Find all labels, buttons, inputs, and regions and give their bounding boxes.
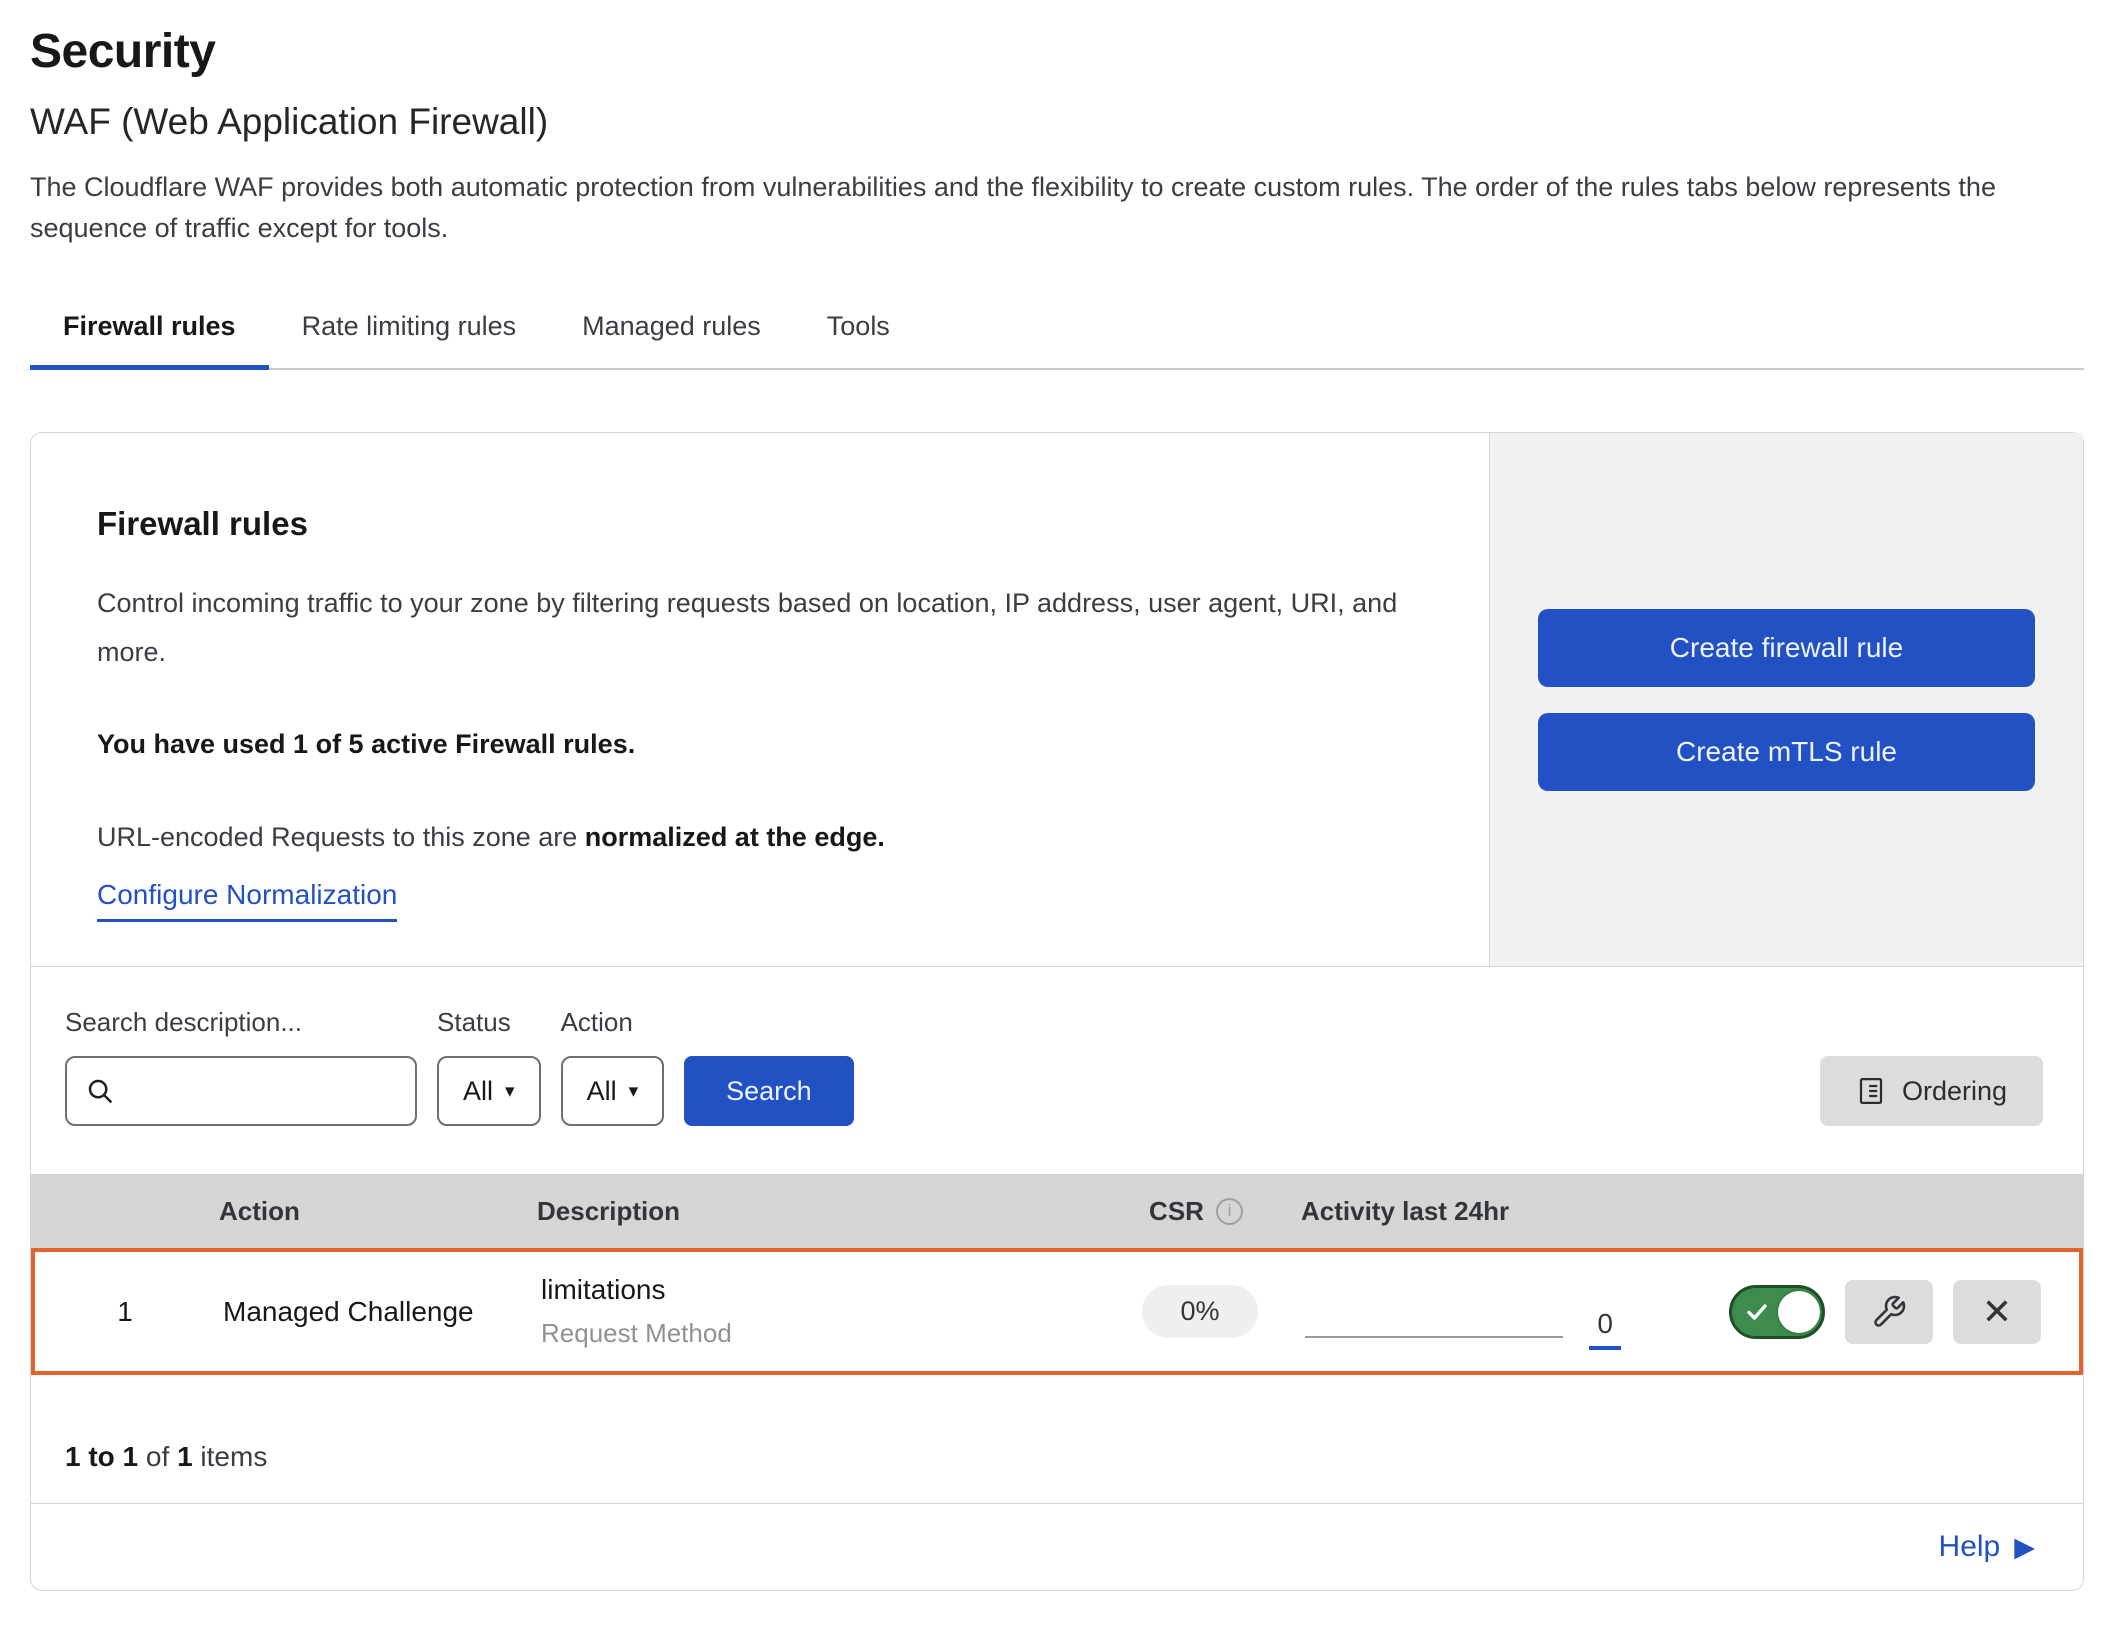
action-label: Action — [561, 1007, 665, 1038]
summary-items: items — [200, 1441, 267, 1472]
rule-description: limitations — [541, 1274, 1095, 1306]
configure-rule-button[interactable] — [1845, 1280, 1933, 1344]
ordering-list-icon — [1856, 1076, 1886, 1106]
column-header-csr: CSR i — [1149, 1196, 1243, 1227]
page-title: Security — [30, 24, 2084, 79]
check-icon — [1745, 1300, 1769, 1324]
search-icon — [85, 1076, 115, 1106]
search-description-field: Search description... — [65, 1007, 417, 1126]
rule-description-cell: limitations Request Method — [505, 1274, 1095, 1349]
activity-sparkline — [1305, 1336, 1563, 1338]
usage-text: You have used 1 of 5 active Firewall rul… — [97, 729, 1423, 760]
status-dropdown-value: All — [463, 1076, 493, 1107]
summary-range: 1 to 1 — [65, 1441, 138, 1472]
card-description: Control incoming traffic to your zone by… — [97, 579, 1423, 677]
activity-cell: 0 — [1305, 1274, 1655, 1350]
toggle-knob — [1778, 1291, 1820, 1333]
rule-controls: ✕ — [1655, 1280, 2079, 1344]
rule-action: Managed Challenge — [215, 1296, 505, 1328]
page-subtitle: WAF (Web Application Firewall) — [30, 101, 2084, 143]
normalization-text: URL-encoded Requests to this zone are no… — [97, 822, 1423, 853]
column-header-action: Action — [211, 1196, 501, 1227]
tab-managed-rules[interactable]: Managed rules — [549, 295, 794, 368]
help-footer: Help ▶ — [31, 1503, 2083, 1590]
ordering-button[interactable]: Ordering — [1820, 1056, 2043, 1126]
card-heading: Firewall rules — [97, 505, 1423, 543]
close-icon: ✕ — [1982, 1294, 2012, 1330]
table-header: Action Description CSR i Activity last 2… — [31, 1174, 2083, 1248]
normalization-text-regular: URL-encoded Requests to this zone are — [97, 822, 585, 852]
tab-firewall-rules[interactable]: Firewall rules — [30, 295, 269, 368]
column-header-description: Description — [501, 1196, 1091, 1227]
create-firewall-rule-button[interactable]: Create firewall rule — [1538, 609, 2035, 687]
help-arrow-icon: ▶ — [2014, 1532, 2035, 1563]
wrench-icon — [1871, 1294, 1907, 1330]
tab-rate-limiting-rules[interactable]: Rate limiting rules — [269, 295, 550, 368]
csr-value-badge: 0% — [1142, 1285, 1257, 1338]
chevron-down-icon: ▾ — [629, 1080, 639, 1103]
configure-normalization-link[interactable]: Configure Normalization — [97, 879, 397, 922]
status-label: Status — [437, 1007, 541, 1038]
filter-bar: Search description... Status All ▾ Actio… — [31, 967, 2083, 1174]
rule-priority: 1 — [35, 1296, 215, 1328]
info-icon[interactable]: i — [1216, 1198, 1243, 1225]
chevron-down-icon: ▾ — [505, 1080, 515, 1103]
firewall-rules-overview-section: Firewall rules Control incoming traffic … — [31, 433, 2083, 967]
search-button[interactable]: Search — [684, 1056, 854, 1126]
items-summary: 1 to 1 of 1 items — [31, 1375, 2083, 1503]
security-waf-page: Security WAF (Web Application Firewall) … — [0, 0, 2114, 1591]
ordering-button-label: Ordering — [1902, 1076, 2007, 1107]
rule-description-sub: Request Method — [541, 1318, 1095, 1349]
status-filter-field: Status All ▾ — [437, 1007, 541, 1126]
help-link[interactable]: Help — [1939, 1530, 2001, 1564]
page-description: The Cloudflare WAF provides both automat… — [30, 167, 2084, 249]
search-input[interactable] — [127, 1075, 397, 1108]
action-filter-field: Action All ▾ — [561, 1007, 665, 1126]
action-dropdown[interactable]: All ▾ — [561, 1056, 665, 1126]
action-dropdown-value: All — [587, 1076, 617, 1107]
waf-tabs: Firewall rules Rate limiting rules Manag… — [30, 295, 2084, 370]
search-input-wrapper — [65, 1056, 417, 1126]
create-mtls-rule-button[interactable]: Create mTLS rule — [1538, 713, 2035, 791]
firewall-rules-info: Firewall rules Control incoming traffic … — [31, 433, 1489, 966]
activity-count-link[interactable]: 0 — [1589, 1308, 1621, 1350]
delete-rule-button[interactable]: ✕ — [1953, 1280, 2041, 1344]
summary-total: 1 — [177, 1441, 193, 1472]
card-actions-panel: Create firewall rule Create mTLS rule — [1489, 433, 2083, 966]
status-dropdown[interactable]: All ▾ — [437, 1056, 541, 1126]
summary-of: of — [146, 1441, 169, 1472]
search-description-label: Search description... — [65, 1007, 417, 1038]
normalization-text-bold: normalized at the edge. — [585, 822, 885, 852]
tab-tools[interactable]: Tools — [794, 295, 923, 368]
firewall-rules-card: Firewall rules Control incoming traffic … — [30, 432, 2084, 1591]
column-header-activity: Activity last 24hr — [1301, 1196, 1651, 1227]
table-row: 1 Managed Challenge limitations Request … — [31, 1248, 2083, 1375]
csr-header-label: CSR — [1149, 1196, 1204, 1227]
rule-enabled-toggle[interactable] — [1729, 1285, 1825, 1339]
